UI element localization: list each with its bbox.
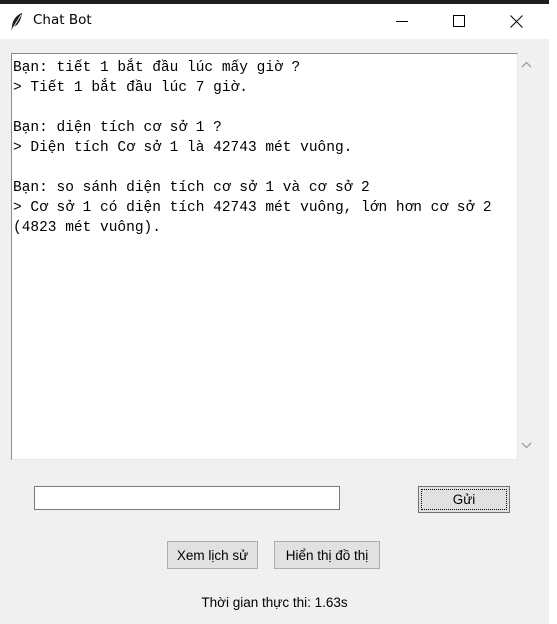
window-title: Chat Bot [33,12,92,28]
message-input[interactable] [34,486,340,510]
maximize-icon [453,15,465,27]
chat-log[interactable]: Bạn: tiết 1 bắt đầu lúc mấy giờ ? > Tiết… [11,53,518,460]
window-content: Bạn: tiết 1 bắt đầu lúc mấy giờ ? > Tiết… [0,39,549,624]
execution-time: Thời gian thực thi: 1.63s [201,595,348,610]
title-bar[interactable]: Chat Bot [0,4,549,39]
show-chart-button[interactable]: Hiển thị đồ thị [274,541,380,569]
send-button-label: Gửi [452,492,476,507]
minimize-button[interactable] [375,4,431,39]
chat-text: Bạn: tiết 1 bắt đầu lúc mấy giờ ? > Tiết… [13,60,492,236]
show-chart-button-label: Hiển thị đồ thị [285,547,369,563]
chat-scrollbar[interactable] [518,53,535,458]
feather-icon [10,12,24,32]
window-edge [549,0,557,624]
scroll-up-icon[interactable] [521,61,532,69]
scroll-down-icon[interactable] [521,441,532,449]
close-button[interactable] [489,4,545,39]
close-icon [510,15,523,28]
minimize-icon [396,21,408,22]
send-button[interactable]: Gửi [418,486,510,513]
history-button-label: Xem lịch sử [176,547,249,563]
history-button[interactable]: Xem lịch sử [167,541,258,569]
maximize-button[interactable] [432,4,488,39]
